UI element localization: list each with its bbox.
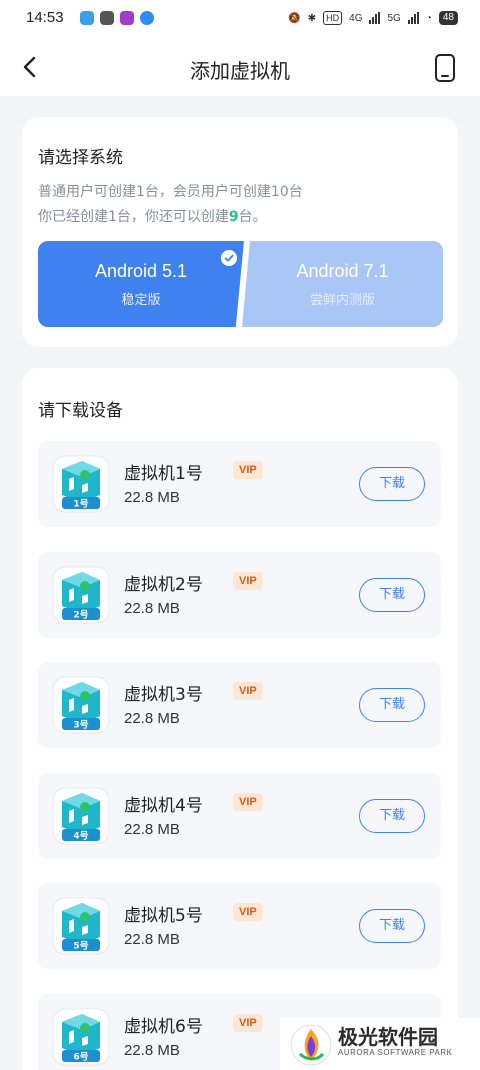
phone-icon [435, 54, 455, 82]
vip-badge: VIP [233, 1013, 263, 1032]
watermark-subtitle: AURORA SOFTWARE PARK [338, 1048, 453, 1057]
system-option-name: Android 7.1 [296, 261, 389, 281]
device-list-item: 4号 虚拟机4号 VIP 22.8 MB 下载 [38, 772, 441, 859]
virtual-machine-app-icon: 1号 [52, 455, 110, 513]
app-icon-label: 3号 [73, 720, 88, 731]
device-size: 22.8 MB [124, 820, 180, 838]
page-title: 添加虚拟机 [190, 59, 290, 83]
system-status-icons: 🔕 ✱ HD 4G 5G ◔ 48 [288, 11, 458, 25]
download-button[interactable]: 下载 [359, 909, 425, 943]
app-notification-icon [80, 11, 94, 25]
status-time: 14:53 [26, 9, 64, 26]
app-icon-label: 6号 [73, 1051, 88, 1062]
virtual-machine-app-icon: 6号 [52, 1008, 110, 1065]
device-list-item: 3号 虚拟机3号 VIP 22.8 MB 下载 [38, 662, 441, 748]
app-icon-label: 2号 [73, 609, 88, 620]
watermark: 极光软件园 AURORA SOFTWARE PARK [280, 1018, 480, 1070]
app-notification-icon [100, 11, 114, 25]
device-list-item: 1号 虚拟机1号 VIP 22.8 MB 下载 [38, 441, 441, 527]
device-name: 虚拟机2号 [124, 574, 203, 595]
virtual-machine-app-icon: 4号 [52, 787, 110, 844]
remaining-suffix: 台。 [238, 209, 267, 225]
device-size: 22.8 MB [124, 489, 180, 506]
app-notification-icon [120, 11, 134, 25]
device-list-item: 2号 虚拟机2号 VIP 22.8 MB 下载 [38, 551, 441, 638]
device-name: 虚拟机6号 [124, 1016, 203, 1037]
device-name: 虚拟机5号 [124, 906, 203, 926]
download-device-card: 请下载设备 1号 虚拟机1号 VIP 22.8 MB 下载 2号 虚拟机2号 VIP 22.8 … [22, 368, 458, 1070]
battery-icon: 48 [438, 11, 458, 25]
vip-badge: VIP [233, 682, 263, 700]
device-size: 22.8 MB [124, 599, 180, 617]
device-size: 22.8 MB [124, 710, 180, 727]
device-size: 22.8 MB [124, 931, 180, 948]
phone-button[interactable] [434, 53, 456, 83]
system-remaining-text: 你已经创建1台，你还可以创建9台。 [38, 206, 267, 226]
system-select-card: 请选择系统 普通用户可创建1台，会员用户可创建10台 你已经创建1台，你还可以创… [22, 117, 458, 347]
download-section-title: 请下载设备 [38, 401, 123, 421]
virtual-machine-app-icon: 3号 [52, 676, 110, 734]
virtual-machine-app-icon: 2号 [52, 566, 110, 623]
app-notification-icon [140, 11, 154, 25]
system-section-title: 请选择系统 [38, 148, 123, 168]
vip-badge: VIP [233, 903, 263, 921]
app-icon-label: 5号 [73, 941, 88, 952]
mute-icon: 🔕 [288, 12, 301, 24]
status-bar: 14:53 🔕 ✱ HD 4G 5G ◔ 48 [0, 0, 480, 38]
bluetooth-icon: ✱ [307, 12, 317, 24]
check-icon [221, 250, 237, 266]
device-name: 虚拟机3号 [124, 685, 203, 705]
system-quota-text: 普通用户可创建1台，会员用户可创建10台 [38, 184, 303, 200]
system-option-subtitle: 稳定版 [121, 293, 161, 308]
app-icon-label: 4号 [73, 830, 88, 841]
system-option-name: Android 5.1 [94, 261, 188, 281]
system-option-android-5-1[interactable]: Android 5.1 稳定版 [38, 241, 244, 327]
download-button[interactable]: 下载 [359, 688, 425, 722]
system-option-subtitle: 尝鲜内测版 [309, 293, 375, 308]
vip-badge: VIP [233, 571, 263, 590]
device-name: 虚拟机4号 [124, 795, 203, 816]
download-button[interactable]: 下载 [359, 798, 425, 833]
hd-icon: HD [323, 11, 343, 25]
system-option-android-7-1[interactable]: Android 7.1 尝鲜内测版 [242, 241, 443, 327]
device-name: 虚拟机1号 [124, 464, 203, 484]
network-4g-label: 4G [349, 12, 363, 24]
device-size: 22.8 MB [124, 1041, 180, 1059]
virtual-machine-app-icon: 5号 [52, 897, 110, 955]
app-icon-label: 1号 [73, 499, 88, 510]
remaining-prefix: 你已经创建1台，你还可以创建 [38, 209, 229, 225]
download-button[interactable]: 下载 [359, 467, 425, 501]
watermark-title: 极光软件园 [338, 1025, 438, 1049]
notification-icons [80, 11, 154, 25]
signal-icon [407, 12, 419, 24]
device-list-item: 5号 虚拟机5号 VIP 22.8 MB 下载 [38, 883, 441, 969]
network-5g-label: 5G [387, 12, 401, 24]
download-button[interactable]: 下载 [359, 577, 425, 612]
remaining-count: 9 [228, 209, 239, 225]
nav-bar: 添加虚拟机 [0, 38, 480, 96]
aurora-logo-icon [290, 1024, 332, 1066]
vip-badge: VIP [233, 792, 263, 811]
vip-badge: VIP [233, 461, 263, 479]
signal-icon [369, 12, 381, 24]
wifi-icon: ◔ [425, 12, 432, 24]
